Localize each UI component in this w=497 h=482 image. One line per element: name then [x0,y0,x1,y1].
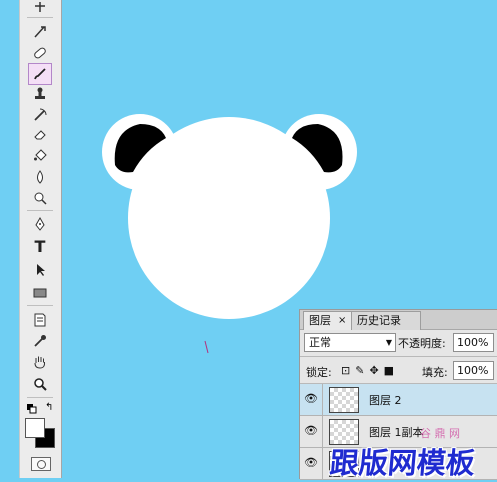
default-colors-icon[interactable] [27,404,37,414]
blend-mode-select[interactable]: 正常 ▼ [304,333,396,352]
layer-name: 图层 1副本 [369,426,424,439]
layer-thumbnail [329,387,359,413]
tools-divider [27,210,53,211]
close-icon[interactable]: × [338,312,346,330]
quick-mask-icon[interactable] [31,457,51,471]
blur-tool-icon[interactable] [29,167,51,187]
history-brush-icon[interactable] [29,105,51,125]
lock-label: 锁定: [306,366,332,379]
eye-icon[interactable]: 👁 [304,424,318,438]
layer-name: 图层 2 [369,394,402,407]
opacity-input[interactable]: 100% [453,333,494,352]
tools-divider [27,305,53,306]
clone-stamp-icon[interactable] [29,84,51,104]
layer-row[interactable]: 👁 图层 2 [300,384,497,416]
lock-options: ⊡✎✥■ [341,364,399,377]
watermark: 跟版网模板 [328,446,477,480]
layer-divider [322,384,323,415]
crop-tool-icon[interactable] [29,0,51,18]
rectangle-tool-icon[interactable] [29,283,51,303]
tab-history[interactable]: 历史记录 [351,311,421,330]
slice-tool-icon[interactable] [29,22,51,42]
zoom-tool-icon[interactable] [29,374,51,394]
layer-divider [322,448,323,479]
eyedropper-icon[interactable] [29,331,51,351]
chevron-down-icon: ▼ [385,338,392,347]
fill-input[interactable]: 100% [453,361,494,380]
panel-divider [300,356,497,357]
opacity-label: 不透明度: [398,337,446,350]
lock-transparent-icon[interactable]: ⊡ [341,364,355,377]
lock-all-icon[interactable]: ■ [384,364,399,377]
pen-tool-icon[interactable] [29,214,51,234]
dodge-tool-icon[interactable] [29,188,51,208]
path-select-icon[interactable] [29,260,51,280]
eye-icon[interactable]: 👁 [304,392,318,406]
foreground-color-swatch[interactable] [25,418,45,438]
tools-divider [27,397,53,398]
tools-panel: T ↰ [19,0,62,478]
bear-head [128,117,330,319]
tab-layers[interactable]: 图层 × [303,311,355,330]
hand-tool-icon[interactable] [29,352,51,372]
panel-tabs: 图层 × 历史记录 [300,310,497,330]
eraser-icon[interactable] [29,125,51,145]
type-tool-icon[interactable]: T [29,237,51,257]
eye-icon[interactable]: 👁 [304,456,318,470]
lock-pixels-icon[interactable]: ✎ [355,364,369,377]
paint-bucket-icon[interactable] [29,146,51,166]
swap-colors-icon[interactable]: ↰ [45,402,55,413]
brush-tool-icon[interactable] [28,63,52,85]
tools-divider [27,17,53,18]
healing-brush-icon[interactable] [29,43,51,63]
layer-divider [322,416,323,447]
notes-tool-icon[interactable] [29,310,51,330]
fill-label: 填充: [422,366,448,379]
lock-position-icon[interactable]: ✥ [369,364,383,377]
watermark-small: 谷 鼎 网 [420,427,460,440]
